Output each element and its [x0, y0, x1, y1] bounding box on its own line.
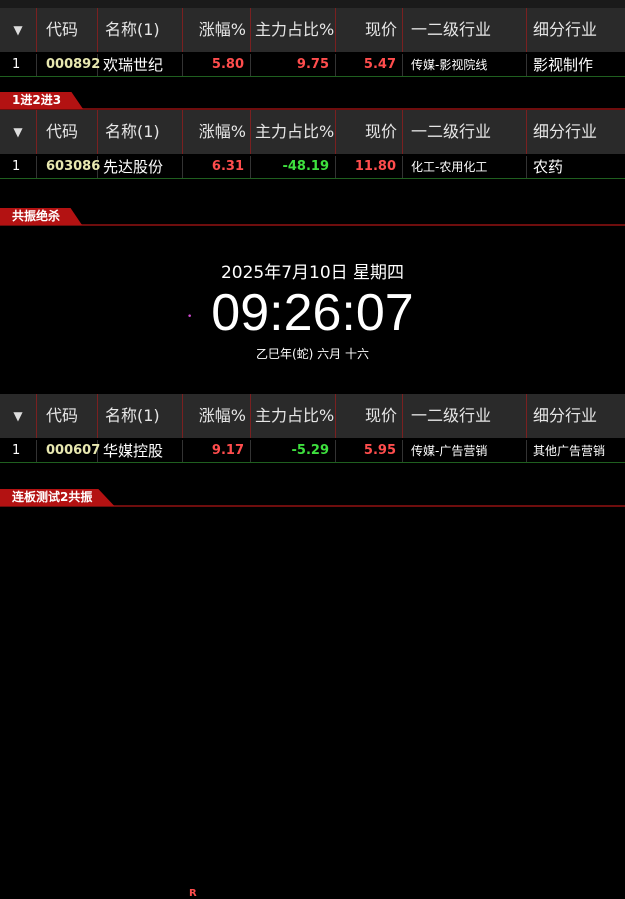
col-main-ratio[interactable]: 主力占比% [251, 8, 336, 52]
col-main-ratio[interactable]: 主力占比% [251, 110, 336, 154]
col-code[interactable]: 代码 [37, 8, 98, 52]
col-code[interactable]: 代码 [37, 110, 98, 154]
main-ratio-value: -48.19 [251, 156, 336, 178]
clock-lunar-date: 乙巳年(蛇) 六月 十六 [256, 347, 369, 361]
table-row[interactable]: 1 000892 欢瑞世纪 5.80 9.75 5.47 传媒-影视院线 影视制… [0, 54, 625, 77]
col-industry[interactable]: 一二级行业 [403, 110, 527, 154]
col-change[interactable]: 涨幅% [183, 110, 251, 154]
col-main-ratio[interactable]: 主力占比% [251, 394, 336, 438]
col-name[interactable]: 名称(1) [98, 110, 183, 154]
col-code[interactable]: 代码 [37, 394, 98, 438]
sub-industry-value: 农药 [533, 158, 564, 176]
column-menu-icon[interactable]: ▼ [0, 110, 37, 154]
price-value: 5.47 [336, 54, 403, 76]
table-header-3: ▼ 代码 名称(1) 涨幅% 主力占比% 现价 一二级行业 细分行业 [0, 394, 625, 438]
stock-name[interactable]: 欢瑞世纪 [98, 54, 183, 76]
col-price[interactable]: 现价 [336, 110, 403, 154]
main-ratio-value: 9.75 [251, 54, 336, 76]
table-row[interactable]: 1 000607 华媒控股 R 9.17 -5.29 5.95 传媒-广告营销 … [0, 440, 625, 899]
col-sub-industry[interactable]: 细分行业 [527, 394, 625, 438]
column-menu-icon[interactable]: ▼ [0, 394, 37, 438]
stock-name[interactable]: 华媒控股 [98, 440, 183, 462]
column-menu-icon[interactable]: ▼ [0, 8, 37, 52]
price-value: 5.95 [336, 440, 403, 462]
col-price[interactable]: 现价 [336, 394, 403, 438]
row-index: 1 [0, 156, 37, 178]
col-change[interactable]: 涨幅% [183, 8, 251, 52]
stock-code[interactable]: 000892 [37, 54, 100, 76]
group-divider [0, 224, 625, 226]
sub-industry-value: 其他广告营销 [533, 444, 606, 458]
group-tab-lianban[interactable]: 连板测试2共振 [0, 489, 115, 506]
r-flag-icon: R [189, 888, 197, 899]
sub-industry-value: 影视制作 [533, 56, 594, 74]
col-industry[interactable]: 一二级行业 [403, 394, 527, 438]
col-name[interactable]: 名称(1) [98, 394, 183, 438]
stock-code[interactable]: 000607 [37, 440, 100, 462]
stock-code[interactable]: 603086 [37, 156, 100, 178]
col-name[interactable]: 名称(1) [98, 8, 183, 52]
change-value: 6.31 [183, 156, 251, 178]
industry-value: 传媒-影视院线 [403, 54, 527, 76]
main-ratio-value: -5.29 [251, 440, 336, 462]
row-index: 1 [0, 440, 37, 462]
group-tab-gongzhen[interactable]: 共振绝杀 [0, 208, 83, 225]
table-header-1: ▼ 代码 名称(1) 涨幅% 主力占比% 现价 一二级行业 细分行业 [0, 8, 625, 52]
col-price[interactable]: 现价 [336, 8, 403, 52]
clock-date: 2025年7月10日 星期四 [220, 263, 405, 283]
industry-value: 化工-农用化工 [403, 156, 527, 178]
table-header-2: ▼ 代码 名称(1) 涨幅% 主力占比% 现价 一二级行业 细分行业 [0, 110, 625, 154]
row-index: 1 [0, 54, 37, 76]
group-tab-1jin2jin3[interactable]: 1进2进3 [0, 92, 84, 109]
col-industry[interactable]: 一二级行业 [403, 8, 527, 52]
col-sub-industry[interactable]: 细分行业 [527, 110, 625, 154]
table-row[interactable]: 1 603086 先达股份 • 6.31 -48.19 11.80 化工-农用化… [0, 156, 625, 322]
change-value: 9.17 [183, 440, 251, 462]
price-value: 11.80 [336, 156, 403, 178]
industry-value: 传媒-广告营销 [403, 440, 527, 462]
top-tab-strip[interactable] [0, 0, 625, 8]
col-sub-industry[interactable]: 细分行业 [527, 8, 625, 52]
clock-time: 09:26:07 [211, 284, 414, 342]
change-value: 5.80 [183, 54, 251, 76]
stock-name[interactable]: 先达股份 [98, 156, 183, 178]
clock-widget: 2025年7月10日 星期四 09:26:07 乙巳年(蛇) 六月 十六 [0, 258, 625, 362]
col-change[interactable]: 涨幅% [183, 394, 251, 438]
